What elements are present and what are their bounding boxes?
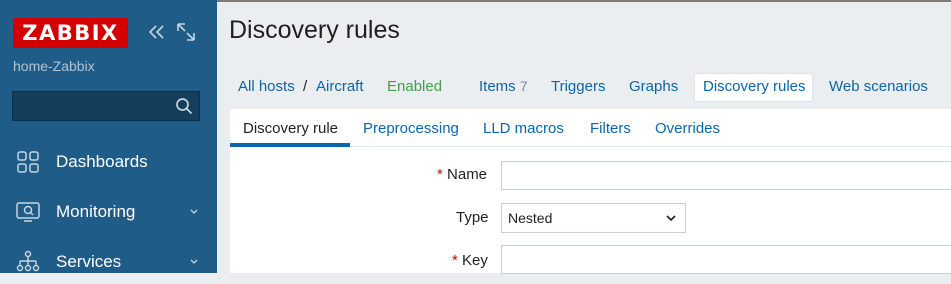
chevron-down-icon [666, 215, 676, 222]
kiosk-icon[interactable] [175, 21, 197, 43]
monitoring-icon [16, 202, 40, 222]
logo-text: ZABBIX [22, 21, 119, 45]
required-marker: * [452, 252, 458, 269]
key-field[interactable] [501, 245, 951, 274]
tab-preprocessing[interactable]: Preprocessing [363, 120, 459, 137]
nav-discovery-rules[interactable]: Discovery rules [703, 78, 806, 95]
dashboards-icon [17, 151, 39, 173]
tab-overrides[interactable]: Overrides [655, 120, 720, 137]
key-label: * Key [452, 252, 488, 269]
zabbix-logo[interactable]: ZABBIX [13, 18, 128, 48]
tab-discovery-rule[interactable]: Discovery rule [243, 120, 338, 137]
form-tabs: Discovery rule Preprocessing LLD macros … [230, 109, 951, 147]
sidebar: ZABBIX home-Zabbix Dashboards Monitoring… [0, 0, 217, 273]
chevron-down-icon [190, 209, 198, 214]
search-box [12, 91, 200, 121]
tab-filters[interactable]: Filters [590, 120, 631, 137]
menu-label-monitoring: Monitoring [56, 202, 136, 221]
search-icon[interactable] [175, 97, 193, 115]
host-status-enabled[interactable]: Enabled [387, 78, 442, 95]
nav-items[interactable]: Items 7 [479, 78, 528, 95]
server-name: home-Zabbix [13, 58, 95, 74]
top-border [217, 0, 951, 2]
menu-item-dashboards[interactable]: Dashboards [0, 140, 217, 184]
nav-items-label: Items [479, 78, 516, 95]
menu-label-services: Services [56, 252, 122, 271]
menu-item-services[interactable]: Services [0, 240, 217, 284]
nav-graphs[interactable]: Graphs [629, 78, 678, 95]
type-select[interactable]: Nested [501, 203, 686, 233]
menu-label-dashboards: Dashboards [56, 152, 148, 171]
tab-lld-macros[interactable]: LLD macros [483, 120, 564, 137]
key-label-text: Key [462, 252, 488, 269]
nav-items-count: 7 [519, 78, 528, 94]
name-label-text: Name [447, 166, 488, 183]
nav-triggers[interactable]: Triggers [551, 78, 605, 95]
form-panel: Discovery rule Preprocessing LLD macros … [230, 109, 951, 274]
active-tab-indicator [230, 143, 350, 147]
collapse-icon[interactable] [146, 21, 168, 43]
breadcrumb-separator: / [303, 78, 308, 95]
breadcrumb-host[interactable]: Aircraft [316, 78, 364, 95]
nav-web-scenarios[interactable]: Web scenarios [829, 78, 928, 95]
search-input[interactable] [13, 92, 173, 120]
required-marker: * [437, 166, 443, 183]
chevron-down-icon [190, 259, 198, 264]
services-icon [16, 250, 40, 272]
type-select-value: Nested [508, 210, 553, 226]
menu-item-monitoring[interactable]: Monitoring [0, 190, 217, 234]
name-field[interactable] [501, 161, 951, 190]
name-label: * Name [437, 166, 487, 183]
page-title: Discovery rules [229, 16, 400, 44]
breadcrumb-all-hosts[interactable]: All hosts [238, 78, 295, 95]
type-label: Type [456, 209, 489, 226]
